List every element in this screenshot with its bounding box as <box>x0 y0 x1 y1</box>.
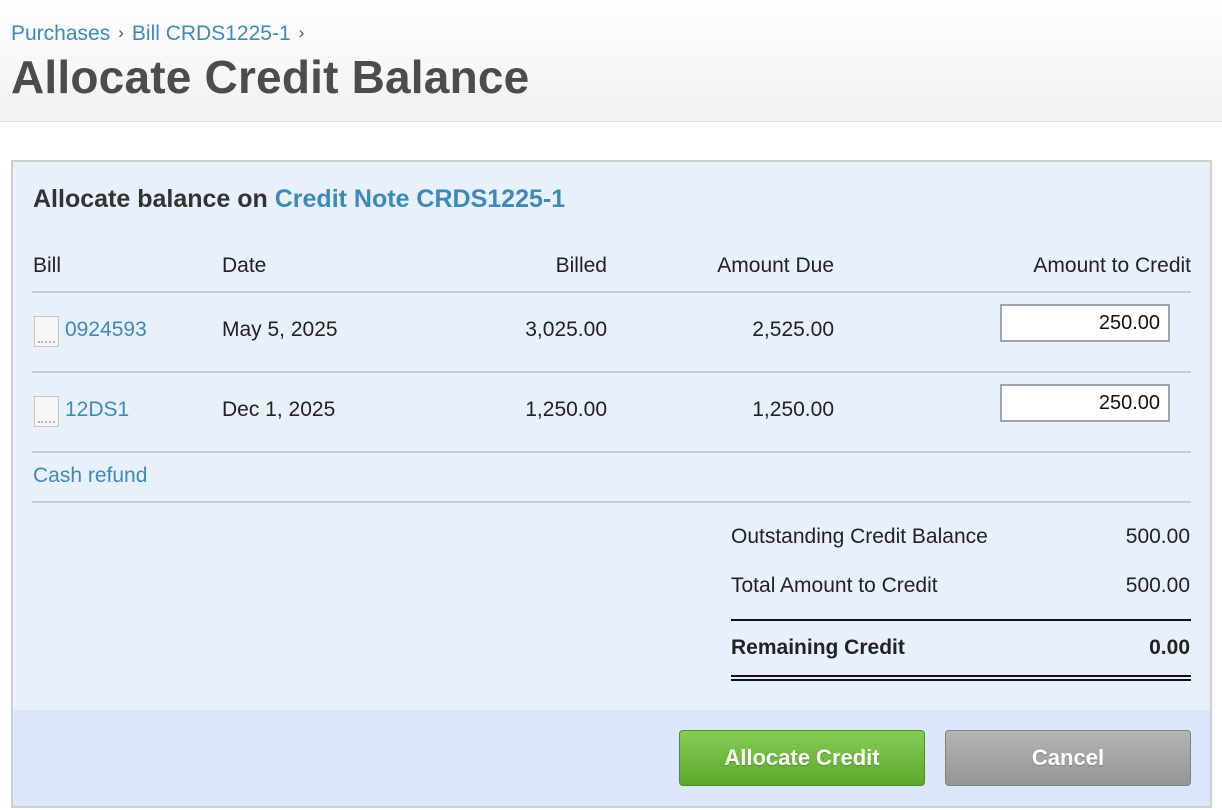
summary-double-line <box>731 675 1191 677</box>
table-divider <box>32 501 1191 503</box>
panel-heading: Allocate balance on Credit Note CRDS1225… <box>33 185 565 214</box>
summary-double-line <box>731 679 1191 681</box>
table-divider <box>32 451 1191 453</box>
breadcrumb-bill[interactable]: Bill CRDS1225-1 <box>132 22 291 45</box>
chevron-right-icon: › <box>118 23 124 42</box>
outstanding-credit-label: Outstanding Credit Balance <box>731 525 988 548</box>
allocate-panel: Allocate balance on Credit Note CRDS1225… <box>11 160 1212 808</box>
table-row: 0924593 May 5, 2025 3,025.00 2,525.00 <box>13 293 1210 371</box>
page-title: Allocate Credit Balance <box>11 51 530 103</box>
total-amount-to-credit-value: 500.00 <box>1125 574 1190 597</box>
action-bar: Allocate Credit Cancel <box>13 710 1210 806</box>
panel-heading-prefix: Allocate balance on <box>33 185 268 213</box>
column-header-bill: Bill <box>33 254 62 277</box>
bill-date: May 5, 2025 <box>222 318 338 341</box>
breadcrumb: Purchases › Bill CRDS1225-1 › <box>11 22 312 46</box>
bill-link[interactable]: 0924593 <box>65 318 147 342</box>
bill-link[interactable]: 12DS1 <box>65 398 129 422</box>
document-icon <box>34 396 59 427</box>
summary-divider <box>731 619 1191 621</box>
table-row: 12DS1 Dec 1, 2025 1,250.00 1,250.00 <box>13 373 1210 451</box>
allocate-credit-button[interactable]: Allocate Credit <box>679 730 925 786</box>
remaining-credit-label: Remaining Credit <box>731 636 905 659</box>
total-amount-to-credit-label: Total Amount to Credit <box>731 574 938 597</box>
outstanding-credit-value: 500.00 <box>1125 525 1190 548</box>
bill-amount-due: 1,250.00 <box>752 398 834 421</box>
column-header-amount-due: Amount Due <box>717 254 834 277</box>
chevron-right-icon: › <box>298 23 305 42</box>
page-header: Purchases › Bill CRDS1225-1 › Allocate Cred… <box>0 0 1222 122</box>
bill-billed-amount: 3,025.00 <box>525 318 607 341</box>
amount-to-credit-input[interactable] <box>1000 384 1170 422</box>
cash-refund-link[interactable]: Cash refund <box>33 464 147 488</box>
bill-billed-amount: 1,250.00 <box>525 398 607 421</box>
column-header-amount-to-credit: Amount to Credit <box>1033 254 1191 277</box>
column-header-billed: Billed <box>555 254 607 277</box>
bill-date: Dec 1, 2025 <box>222 398 336 421</box>
credit-note-link[interactable]: Credit Note CRDS1225-1 <box>275 185 565 213</box>
document-icon <box>34 316 59 347</box>
bill-amount-due: 2,525.00 <box>752 318 834 341</box>
breadcrumb-purchases[interactable]: Purchases <box>11 22 110 45</box>
cancel-button[interactable]: Cancel <box>945 730 1191 786</box>
amount-to-credit-input[interactable] <box>1000 304 1170 342</box>
remaining-credit-value: 0.00 <box>1149 636 1190 659</box>
column-header-date: Date <box>222 254 267 277</box>
